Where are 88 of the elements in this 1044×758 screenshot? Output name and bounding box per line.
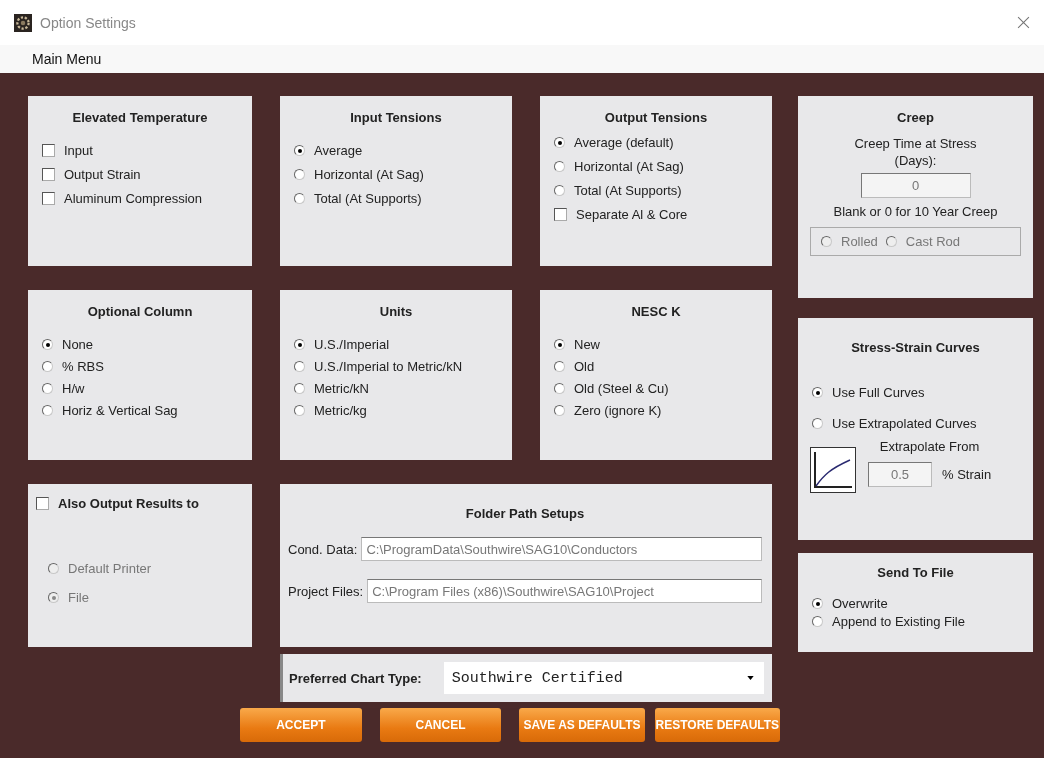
option-label: Average: [314, 143, 363, 158]
option-label: Horizontal (At Sag): [314, 167, 424, 182]
action-button[interactable]: SAVE AS DEFAULTS: [519, 708, 645, 742]
panel-title: Send To File: [876, 565, 955, 580]
field-label: Project Files:: [288, 583, 364, 599]
option-label: Metric/kg: [314, 403, 367, 418]
panel-title: Folder Path Setups: [464, 506, 586, 521]
radio-button[interactable]: [294, 145, 305, 156]
panel-title: Stress-Strain Curves: [850, 340, 981, 355]
option-label: Use Extrapolated Curves: [832, 416, 977, 431]
radio-button[interactable]: [42, 383, 53, 394]
checkbox[interactable]: [42, 168, 55, 181]
option-label: Horiz & Vertical Sag: [62, 403, 178, 418]
checkbox[interactable]: [42, 144, 55, 157]
checkbox[interactable]: [42, 192, 55, 205]
option-label: File: [68, 590, 89, 605]
extrapolate-field[interactable]: 0.5: [868, 462, 932, 487]
option-label: Old: [574, 359, 595, 374]
option-label: Cast Rod: [905, 234, 961, 249]
dropdown-caret-icon: [747, 676, 754, 680]
option-label: U.S./Imperial to Metric/kN: [314, 359, 463, 374]
close-icon[interactable]: [1017, 16, 1030, 29]
radio-button[interactable]: [294, 193, 305, 204]
radio-button[interactable]: [554, 137, 565, 148]
option-label: H/w: [62, 381, 85, 396]
curve-chart-icon: [810, 447, 856, 493]
field-label: Preferred Chart Type:: [289, 670, 422, 686]
radio-button[interactable]: [812, 616, 823, 627]
option-label: New: [574, 337, 600, 352]
panel-title: Creep: [897, 110, 934, 125]
option-label: Average (default): [574, 135, 674, 150]
app-icon: [14, 13, 32, 32]
radio-button[interactable]: [554, 361, 565, 372]
option-label: Old (Steel & Cu): [574, 381, 669, 396]
panel-title: Output Tensions: [603, 110, 709, 125]
radio-button[interactable]: [42, 405, 53, 416]
panel-title: NESC K: [630, 304, 682, 319]
option-label: Output Strain: [64, 167, 141, 182]
menu-item[interactable]: Main Menu: [32, 51, 102, 67]
creep-note: Blank or 0 for 10 Year Creep: [833, 204, 998, 219]
radio-button[interactable]: [554, 405, 565, 416]
option-label: Append to Existing File: [832, 614, 965, 629]
radio-button[interactable]: [554, 339, 565, 350]
option-label: Total (At Supports): [574, 183, 682, 198]
action-button[interactable]: RESTORE DEFAULTS: [654, 708, 780, 742]
radio-button[interactable]: [294, 169, 305, 180]
radio-button[interactable]: [812, 598, 823, 609]
radio-button[interactable]: [42, 361, 53, 372]
radio-button[interactable]: [294, 339, 305, 350]
panel-title: Units: [378, 304, 414, 319]
path-field[interactable]: C:\Program Files (x86)\Southwire\SAG10\Project: [367, 579, 762, 603]
path-field[interactable]: C:\ProgramData\Southwire\SAG10\Conductors: [361, 537, 762, 561]
radio-button[interactable]: [294, 383, 305, 394]
radio-button[interactable]: [42, 339, 53, 350]
radio-button[interactable]: [812, 418, 823, 429]
checkbox[interactable]: [554, 208, 567, 221]
radio-button[interactable]: [812, 387, 823, 398]
option-label: Use Full Curves: [832, 385, 925, 400]
panel-title: Input Tensions: [349, 110, 443, 125]
radio-button[interactable]: [294, 405, 305, 416]
radio-button[interactable]: [294, 361, 305, 372]
radio-button[interactable]: [554, 161, 565, 172]
action-button[interactable]: ACCEPT: [240, 708, 362, 742]
creep-prompt: Creep Time at Stress (Days):: [853, 135, 978, 169]
option-label: Overwrite: [832, 596, 888, 611]
field-label: Cond. Data:: [288, 541, 358, 557]
panel-title: Optional Column: [86, 304, 194, 319]
extrapolate-label: Extrapolate From: [879, 439, 980, 454]
action-button[interactable]: CANCEL: [379, 708, 502, 742]
option-label: Total (At Supports): [314, 191, 422, 206]
radio-button[interactable]: [554, 185, 565, 196]
option-label: Also Output Results to: [58, 496, 199, 511]
option-label: % RBS: [62, 359, 104, 374]
radio-button[interactable]: [554, 383, 565, 394]
option-label: Aluminum Compression: [64, 191, 202, 206]
option-label: Rolled: [841, 234, 878, 249]
option-label: Metric/kN: [314, 381, 369, 396]
option-label: Separate Al & Core: [576, 207, 688, 222]
window-title: Option Settings: [40, 14, 137, 31]
option-label: U.S./Imperial: [314, 337, 390, 352]
unit-label: % Strain: [942, 467, 992, 482]
chart-type-dropdown[interactable]: Southwire Certified: [443, 662, 764, 694]
option-label: Default Printer: [68, 561, 152, 576]
option-label: None: [62, 337, 94, 352]
option-label: Input: [64, 143, 93, 158]
option-label: Zero (ignore K): [574, 403, 662, 418]
panel-title: Elevated Temperature: [71, 110, 209, 125]
option-label: Horizontal (At Sag): [574, 159, 684, 174]
